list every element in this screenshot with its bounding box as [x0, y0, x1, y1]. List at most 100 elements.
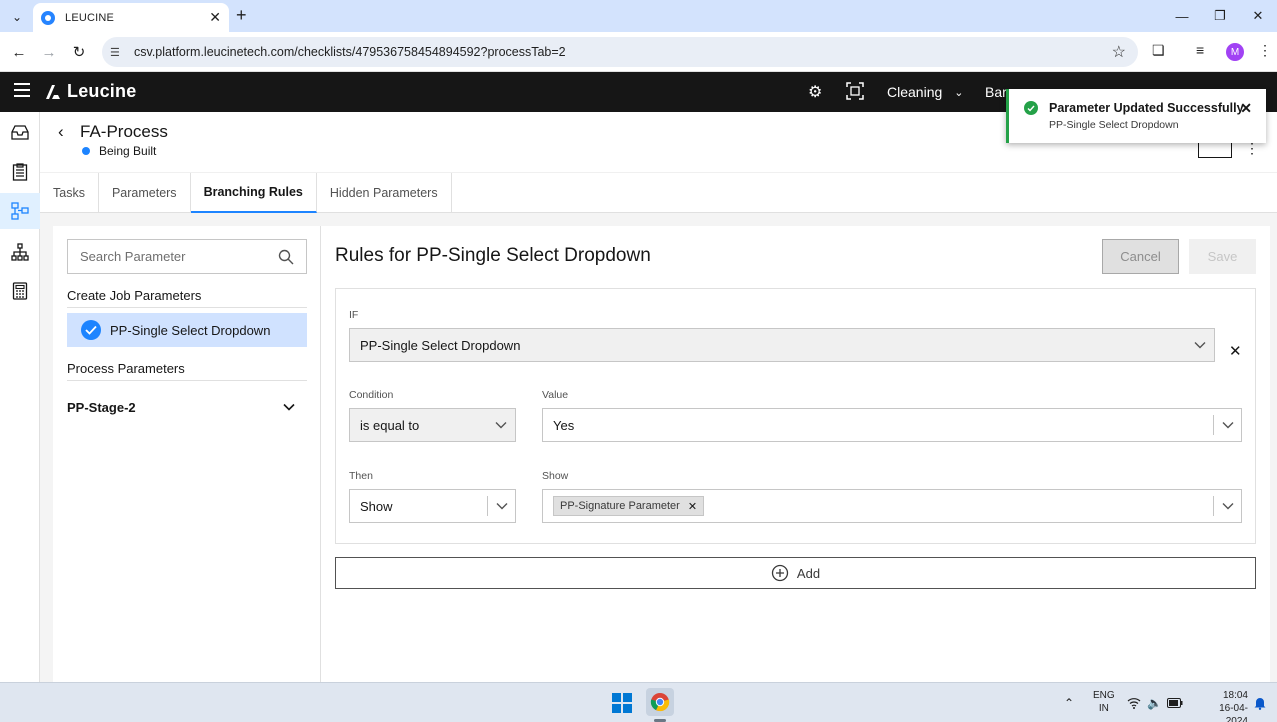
window-controls: — ❐ ✕: [1163, 0, 1277, 32]
calculator-icon[interactable]: [0, 273, 40, 309]
search-parameter-field[interactable]: [67, 239, 307, 274]
search-icon[interactable]: [278, 249, 294, 265]
stage-name: PP-Stage-2: [67, 399, 136, 415]
value-select[interactable]: Yes: [542, 408, 1242, 442]
show-parameters-multiselect[interactable]: PP-Signature Parameter ✕: [542, 489, 1242, 523]
selected-parameter-name: PP-Single Select Dropdown: [110, 322, 271, 338]
restore-icon[interactable]: ❐: [1201, 0, 1239, 32]
browser-menu-icon[interactable]: ⋮: [1258, 42, 1272, 59]
clock-date: 16-04-2024: [1219, 703, 1248, 722]
system-clock[interactable]: 18:04 16-04-2024: [1208, 689, 1248, 722]
stage-accordion[interactable]: PP-Stage-2: [67, 397, 295, 417]
add-circle-icon: [771, 564, 789, 582]
browser-tab[interactable]: LEUCINE ✕: [33, 3, 229, 32]
if-parameter-value: PP-Single Select Dropdown: [360, 337, 521, 353]
condition-select[interactable]: is equal to: [349, 408, 516, 442]
selected-parameter-chip: PP-Signature Parameter ✕: [553, 496, 705, 516]
tab-hidden-parameters[interactable]: Hidden Parameters: [317, 173, 452, 213]
if-parameter-select[interactable]: PP-Single Select Dropdown: [349, 328, 1215, 362]
reload-icon[interactable]: ↻: [68, 41, 90, 63]
left-nav-rail: [0, 112, 40, 682]
site-info-icon[interactable]: ☰: [110, 46, 128, 59]
url-text[interactable]: csv.platform.leucinetech.com/checklists/…: [134, 45, 1112, 59]
inbox-icon[interactable]: [0, 114, 40, 150]
search-parameter-input[interactable]: [80, 249, 278, 264]
battery-icon[interactable]: [1167, 683, 1183, 722]
tab-tasks[interactable]: Tasks: [40, 173, 99, 213]
toast-close-icon[interactable]: ✕: [1240, 100, 1252, 117]
hamburger-menu-icon[interactable]: [14, 83, 30, 97]
chevron-down-icon: ⌄: [954, 86, 964, 99]
chevron-down-icon: [487, 415, 515, 435]
toast-title: Parameter Updated Successfully: [1049, 101, 1244, 115]
media-queue-icon[interactable]: ≡: [1196, 42, 1204, 58]
add-rule-label: Add: [796, 565, 821, 581]
settings-gear-icon[interactable]: ⚙: [808, 82, 822, 102]
forward-arrow-icon[interactable]: →: [38, 41, 60, 63]
facility-name: Cleaning: [887, 84, 943, 100]
chevron-down-icon: [283, 403, 295, 411]
condition-value: is equal to: [360, 417, 420, 433]
tray-chevron-up-icon[interactable]: ⌃: [1064, 683, 1074, 722]
process-title: FA-Process: [80, 122, 168, 141]
tab-parameters[interactable]: Parameters: [99, 173, 191, 213]
notification-bell-icon[interactable]: [1254, 683, 1266, 722]
close-tab-icon[interactable]: ✕: [209, 9, 221, 26]
value-selected: Yes: [553, 417, 575, 433]
windows-start-icon[interactable]: [612, 693, 632, 713]
value-label: Value: [542, 389, 569, 401]
chrome-taskbar-icon[interactable]: [646, 688, 674, 716]
minimize-icon[interactable]: —: [1163, 0, 1201, 32]
address-bar[interactable]: ☰ csv.platform.leucinetech.com/checklist…: [102, 37, 1138, 67]
process-status: Being Built: [82, 144, 156, 158]
show-label: Show: [542, 470, 569, 482]
volume-icon[interactable]: 🔈: [1147, 683, 1162, 722]
process-flow-icon[interactable]: [0, 193, 40, 229]
back-arrow-icon[interactable]: ←: [8, 41, 30, 63]
brand-name: Leucine: [67, 81, 137, 101]
new-tab-plus-icon[interactable]: +: [236, 5, 247, 26]
leucine-favicon-icon: [41, 10, 55, 25]
facility-selector[interactable]: Cleaning ⌄: [887, 84, 963, 100]
header-menu-truncated[interactable]: Bar: [985, 84, 1007, 100]
leucine-logo-icon: [46, 84, 60, 99]
save-button[interactable]: Save: [1189, 239, 1256, 274]
then-action-select[interactable]: Show: [349, 489, 516, 523]
back-chevron-icon[interactable]: ‹: [58, 122, 64, 142]
bookmark-star-icon[interactable]: ☆: [1112, 42, 1126, 62]
then-label: Then: [349, 470, 373, 482]
process-parameters-heading: Process Parameters: [67, 361, 307, 381]
cancel-button[interactable]: Cancel: [1102, 239, 1179, 274]
chevron-down-icon: [1213, 496, 1241, 516]
tab-search-chevron-icon[interactable]: ⌄: [6, 6, 28, 28]
status-text: Being Built: [99, 144, 157, 158]
condition-label: Condition: [349, 389, 394, 401]
language-indicator[interactable]: ENG IN: [1093, 689, 1115, 715]
checklist-icon[interactable]: [0, 154, 40, 190]
leucine-logo[interactable]: Leucine: [43, 81, 136, 102]
windows-taskbar: ⌃ ENG IN 🔈 18:04 16-04-2024: [0, 682, 1277, 722]
remove-rule-close-icon[interactable]: ✕: [1229, 342, 1242, 360]
if-label: IF: [349, 309, 359, 321]
chip-remove-icon[interactable]: ✕: [688, 500, 697, 513]
language-region: IN: [1098, 703, 1109, 714]
clock-time: 18:04: [1222, 690, 1248, 701]
tab-branching-rules[interactable]: Branching Rules: [190, 173, 317, 213]
list-item-selected-parameter[interactable]: PP-Single Select Dropdown: [67, 313, 307, 347]
scan-qr-icon[interactable]: [846, 82, 864, 105]
status-dot-icon: [82, 147, 90, 155]
browser-tab-title: LEUCINE: [65, 11, 115, 24]
scan-icon-svg: [846, 82, 864, 100]
show-chips-container: PP-Signature Parameter ✕: [553, 496, 1213, 516]
add-rule-button[interactable]: Add: [335, 557, 1256, 589]
rules-title: Rules for PP-Single Select Dropdown: [335, 245, 651, 266]
window-close-icon[interactable]: ✕: [1239, 0, 1277, 32]
create-job-parameters-heading: Create Job Parameters: [67, 288, 307, 308]
success-check-icon: [1024, 101, 1038, 115]
wifi-icon[interactable]: [1127, 683, 1141, 722]
hierarchy-icon[interactable]: [0, 234, 40, 270]
profile-avatar[interactable]: M: [1226, 43, 1244, 61]
success-toast: Parameter Updated Successfully PP-Single…: [1006, 89, 1266, 143]
extensions-puzzle-icon[interactable]: ❏: [1152, 42, 1165, 59]
chevron-down-icon: [1186, 335, 1214, 355]
